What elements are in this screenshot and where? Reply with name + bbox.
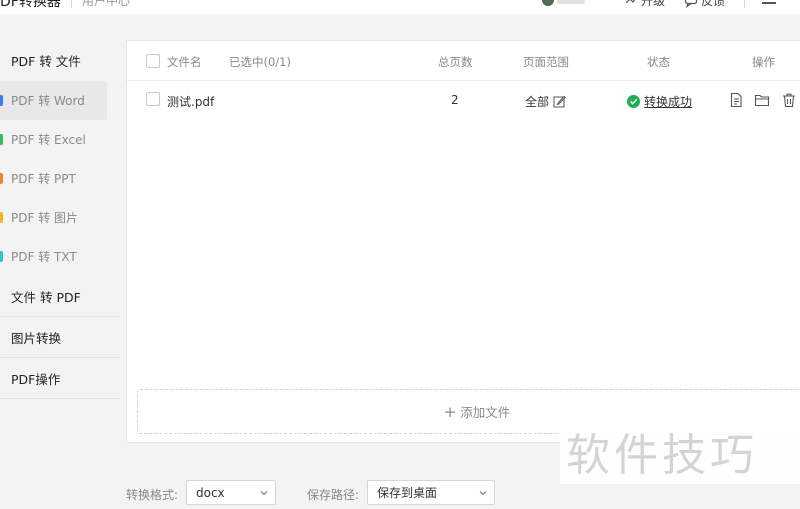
trash-icon[interactable] bbox=[781, 92, 797, 108]
header-actions: 操作 bbox=[752, 55, 775, 69]
select-all-checkbox[interactable] bbox=[146, 54, 160, 68]
header-selected-count: 已选中(0/1) bbox=[229, 55, 291, 69]
row-status[interactable]: 转换成功 bbox=[627, 93, 692, 110]
sidebar-group-label: 文件 转 PDF bbox=[11, 289, 81, 305]
menu-icon[interactable] bbox=[762, 2, 776, 4]
edit-icon[interactable] bbox=[553, 95, 566, 108]
sidebar-item-label: PDF 转 Word bbox=[11, 94, 85, 108]
title-bar: DF转换器 用户中心 升级 反馈 bbox=[0, 0, 800, 14]
add-file-label: 添加文件 bbox=[460, 405, 511, 420]
table-header: 文件名 已选中(0/1) 总页数 页面范围 状态 操作 bbox=[127, 41, 800, 81]
ppt-color-mark bbox=[0, 173, 3, 184]
upgrade-label: 升级 bbox=[641, 0, 666, 8]
feedback-button[interactable]: 反馈 bbox=[684, 0, 725, 9]
upgrade-icon bbox=[625, 0, 635, 3]
sidebar-item-pdf-to-word[interactable]: PDF 转 Word bbox=[0, 81, 107, 120]
avatar[interactable] bbox=[542, 0, 554, 6]
format-select[interactable]: docx bbox=[186, 480, 276, 505]
save-path-value: 保存到桌面 bbox=[377, 486, 438, 500]
user-name-blurred[interactable] bbox=[557, 0, 585, 4]
sidebar-item-pdf-to-excel[interactable]: PDF 转 Excel bbox=[0, 120, 120, 159]
sidebar-item-label: PDF 转 图片 bbox=[11, 211, 79, 225]
bottom-bar: 转换格式: docx 保存路径: 保存到桌面 bbox=[0, 470, 800, 509]
sidebar-group-pdf-to-file[interactable]: PDF 转 文件 bbox=[0, 40, 120, 81]
sidebar-group-pdf-operations[interactable]: PDF操作 bbox=[0, 358, 120, 399]
format-label: 转换格式: bbox=[126, 488, 179, 502]
sidebar-item-pdf-to-txt[interactable]: PDF 转 TXT bbox=[0, 237, 120, 276]
sidebar-group-label: PDF操作 bbox=[11, 371, 61, 387]
feedback-icon bbox=[684, 0, 698, 8]
row-filename: 测试.pdf bbox=[167, 95, 215, 109]
status-label[interactable]: 转换成功 bbox=[644, 93, 692, 110]
sidebar-item-label: PDF 转 PPT bbox=[11, 172, 76, 186]
sidebar-item-label: PDF 转 TXT bbox=[11, 250, 77, 264]
header-page-range: 页面范围 bbox=[523, 55, 569, 69]
save-path-label: 保存路径: bbox=[307, 488, 360, 502]
upgrade-button[interactable]: 升级 bbox=[624, 0, 665, 9]
plus-icon: + bbox=[443, 402, 457, 421]
sidebar-group-image-convert[interactable]: 图片转换 bbox=[0, 317, 120, 358]
excel-color-mark bbox=[0, 134, 3, 145]
sidebar-group-file-to-pdf[interactable]: 文件 转 PDF bbox=[0, 276, 120, 317]
feedback-label: 反馈 bbox=[701, 0, 726, 8]
app-title: DF转换器 bbox=[0, 0, 61, 10]
sidebar-item-pdf-to-image[interactable]: PDF 转 图片 bbox=[0, 198, 120, 237]
check-icon bbox=[627, 95, 640, 108]
format-value: docx bbox=[196, 485, 225, 500]
chevron-down-icon bbox=[479, 491, 487, 496]
sidebar-item-label: PDF 转 Excel bbox=[11, 133, 86, 147]
header-filename: 文件名 bbox=[167, 55, 202, 69]
sidebar-group-label: PDF 转 文件 bbox=[11, 54, 81, 69]
folder-icon[interactable] bbox=[754, 92, 770, 108]
toolbar-divider bbox=[744, 0, 745, 8]
header-status: 状态 bbox=[647, 55, 670, 69]
file-icon[interactable] bbox=[728, 92, 744, 108]
row-pages: 2 bbox=[451, 93, 459, 107]
table-row[interactable]: 测试.pdf 2 全部 转换成功 bbox=[127, 82, 800, 120]
file-list-panel: 文件名 已选中(0/1) 总页数 页面范围 状态 操作 测试.pdf 2 全部 … bbox=[126, 40, 800, 443]
word-color-mark bbox=[0, 95, 3, 106]
sidebar: PDF 转 文件 PDF 转 Word PDF 转 Excel PDF 转 PP… bbox=[0, 40, 120, 400]
save-path-select[interactable]: 保存到桌面 bbox=[367, 480, 495, 505]
sidebar-group-label: 图片转换 bbox=[11, 330, 62, 346]
txt-color-mark bbox=[0, 251, 3, 262]
row-checkbox[interactable] bbox=[146, 92, 160, 106]
chevron-down-icon bbox=[260, 491, 268, 496]
row-range-value: 全部 bbox=[525, 95, 550, 109]
title-divider bbox=[71, 0, 72, 8]
user-center-link[interactable]: 用户中心 bbox=[82, 0, 130, 9]
image-color-mark bbox=[0, 212, 3, 223]
sidebar-item-pdf-to-ppt[interactable]: PDF 转 PPT bbox=[0, 159, 120, 198]
row-page-range[interactable]: 全部 bbox=[525, 93, 566, 110]
header-total-pages: 总页数 bbox=[438, 55, 473, 69]
